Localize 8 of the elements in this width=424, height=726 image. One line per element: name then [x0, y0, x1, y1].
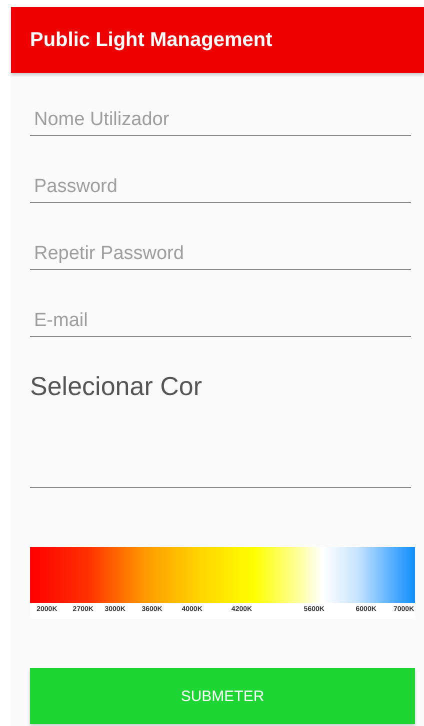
text-field[interactable]: Repetir Password	[30, 241, 411, 270]
submit-button[interactable]: SUBMETER	[30, 668, 415, 724]
color-spectrum[interactable]	[30, 547, 415, 603]
app-title: Public Light Management	[30, 28, 272, 52]
color-label: Selecionar Cor	[30, 371, 203, 402]
text-field[interactable]: E-mail	[30, 308, 411, 337]
text-field[interactable]: Password	[30, 174, 411, 203]
text-field[interactable]: Nome Utilizador	[30, 107, 411, 136]
